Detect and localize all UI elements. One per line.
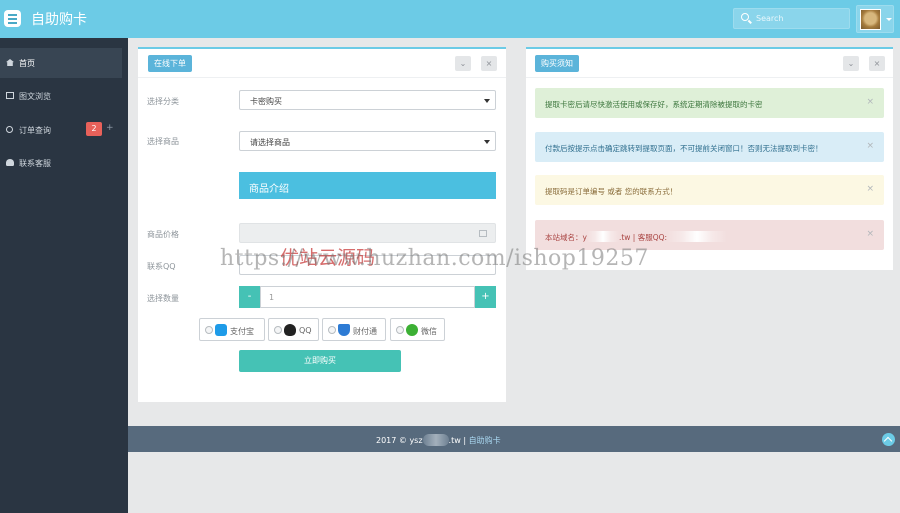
footer-separator: | — [463, 436, 467, 445]
image-icon — [6, 92, 14, 99]
tenpay-shield-icon — [338, 324, 350, 336]
close-icon[interactable]: × — [866, 97, 874, 107]
redacted-text — [586, 231, 619, 242]
scroll-to-top-icon[interactable] — [882, 433, 895, 446]
price-field — [239, 223, 496, 243]
domain-suffix: .tw | 客服QQ: — [618, 233, 668, 242]
alipay-icon — [215, 324, 227, 336]
product-select[interactable]: 请选择商品 — [239, 131, 496, 151]
notice-alert-warning: 提取码是订单编号 或者 您的联系方式！ × — [535, 175, 884, 205]
payment-label: 微信 — [421, 327, 437, 336]
close-icon[interactable]: × — [866, 141, 874, 151]
sidebar-item-order-query[interactable]: 订单查询 2 + — [0, 115, 122, 145]
alert-text: 提取码是订单编号 或者 您的联系方式！ — [545, 187, 678, 196]
home-icon — [6, 59, 14, 66]
search-box[interactable] — [733, 8, 850, 29]
footer-link[interactable]: 自助购卡 — [469, 436, 501, 445]
category-select[interactable]: 卡密购买 — [239, 90, 496, 110]
footer-text: 2017 © ysz .tw | 自助购卡 — [376, 434, 501, 446]
sidebar-item-support[interactable]: 联系客服 — [0, 148, 122, 178]
payment-option-tenpay[interactable]: 财付通 — [322, 318, 386, 341]
alert-text: 提取卡密后请尽快激活使用或保存好，系统定期清除被提取的卡密 — [545, 100, 763, 109]
notice-alert-info: 付款后按提示点击确定跳转到提取页面，不可提前关闭窗口！否则无法提取到卡密！ × — [535, 132, 884, 162]
quantity-input[interactable]: 1 — [260, 286, 475, 308]
panel-title: 购买须知 — [535, 55, 579, 72]
footer-domain-suffix: .tw — [448, 436, 461, 445]
category-select-value: 卡密购买 — [250, 97, 282, 106]
close-icon[interactable]: × — [866, 184, 874, 194]
search-input[interactable] — [756, 12, 844, 25]
expand-plus-icon[interactable]: + — [106, 123, 114, 133]
search-icon — [741, 13, 749, 21]
sidebar-item-gallery[interactable]: 图文浏览 — [0, 81, 122, 111]
hamburger-menu-icon[interactable] — [4, 10, 21, 27]
chevron-down-icon — [484, 140, 490, 144]
quantity-label: 选择数量 — [147, 294, 179, 303]
close-icon[interactable]: × — [481, 56, 497, 71]
price-label: 商品价格 — [147, 230, 179, 239]
search-icon — [6, 126, 13, 133]
category-label: 选择分类 — [147, 97, 179, 106]
sidebar-item-label: 首页 — [19, 59, 35, 68]
caret-down-icon[interactable] — [886, 18, 892, 21]
app-title[interactable]: 自助购卡 — [31, 9, 87, 29]
product-select-value: 请选择商品 — [250, 138, 290, 147]
payment-label: 财付通 — [353, 327, 377, 336]
payment-label: QQ — [299, 326, 312, 335]
qq-label: 联系QQ — [147, 262, 176, 271]
order-panel: 在线下单 ⌄ × 选择分类 卡密购买 选择商品 请选择商品 商品介绍 商品价格 … — [138, 47, 506, 402]
payment-option-qq[interactable]: QQ — [268, 318, 319, 341]
user-icon — [6, 159, 14, 166]
radio-button[interactable] — [328, 326, 336, 334]
payment-option-wechat[interactable]: 微信 — [390, 318, 445, 341]
quantity-decrease-button[interactable]: - — [239, 286, 260, 308]
payment-option-alipay[interactable]: 支付宝 — [199, 318, 265, 341]
radio-button[interactable] — [274, 326, 282, 334]
sidebar-item-home[interactable]: 首页 — [0, 48, 122, 78]
buy-now-button[interactable]: 立即购买 — [239, 350, 401, 372]
sidebar-item-label: 订单查询 — [19, 126, 51, 135]
quantity-increase-button[interactable]: + — [475, 286, 496, 308]
price-icon — [479, 230, 487, 237]
radio-button[interactable] — [396, 326, 404, 334]
radio-button[interactable] — [205, 326, 213, 334]
wechat-icon — [406, 324, 418, 336]
chevron-down-icon — [484, 99, 490, 103]
close-icon[interactable]: × — [869, 56, 885, 71]
notice-panel: 购买须知 ⌄ × 提取卡密后请尽快激活使用或保存好，系统定期清除被提取的卡密 ×… — [526, 47, 893, 270]
qq-penguin-icon — [284, 324, 296, 336]
top-navbar: 自助购卡 — [0, 0, 900, 38]
panel-title: 在线下单 — [148, 55, 192, 72]
product-label: 选择商品 — [147, 137, 179, 146]
alert-text: 付款后按提示点击确定跳转到提取页面，不可提前关闭窗口！否则无法提取到卡密！ — [545, 144, 823, 153]
collapse-icon[interactable]: ⌄ — [455, 56, 471, 71]
close-icon[interactable]: × — [866, 229, 874, 239]
payment-label: 支付宝 — [230, 327, 254, 336]
collapse-icon[interactable]: ⌄ — [843, 56, 859, 71]
footer: 2017 © ysz .tw | 自助购卡 — [128, 426, 900, 452]
product-intro-button[interactable]: 商品介绍 — [239, 172, 496, 199]
sidebar-item-label: 联系客服 — [19, 159, 51, 168]
order-count-badge: 2 — [86, 122, 102, 136]
footer-copyright: 2017 © ysz — [376, 436, 423, 445]
redacted-text — [667, 231, 728, 242]
watermark-url: https://www.huzhan.com/ishop19257 — [220, 246, 649, 271]
avatar[interactable] — [860, 9, 881, 30]
sidebar-item-label: 图文浏览 — [19, 92, 51, 101]
panel-divider — [526, 77, 893, 78]
user-menu[interactable] — [856, 5, 894, 33]
redacted-text — [422, 434, 449, 446]
domain-prefix: 本站域名：y — [545, 233, 587, 242]
sidebar: 首页 图文浏览 订单查询 2 + 联系客服 — [0, 38, 128, 513]
quantity-value: 1 — [269, 293, 275, 302]
alert-text: 本站域名：y .tw | 客服QQ: — [545, 231, 728, 243]
panel-divider — [138, 77, 506, 78]
notice-alert-success: 提取卡密后请尽快激活使用或保存好，系统定期清除被提取的卡密 × — [535, 88, 884, 118]
product-intro-label: 商品介绍 — [249, 184, 289, 195]
